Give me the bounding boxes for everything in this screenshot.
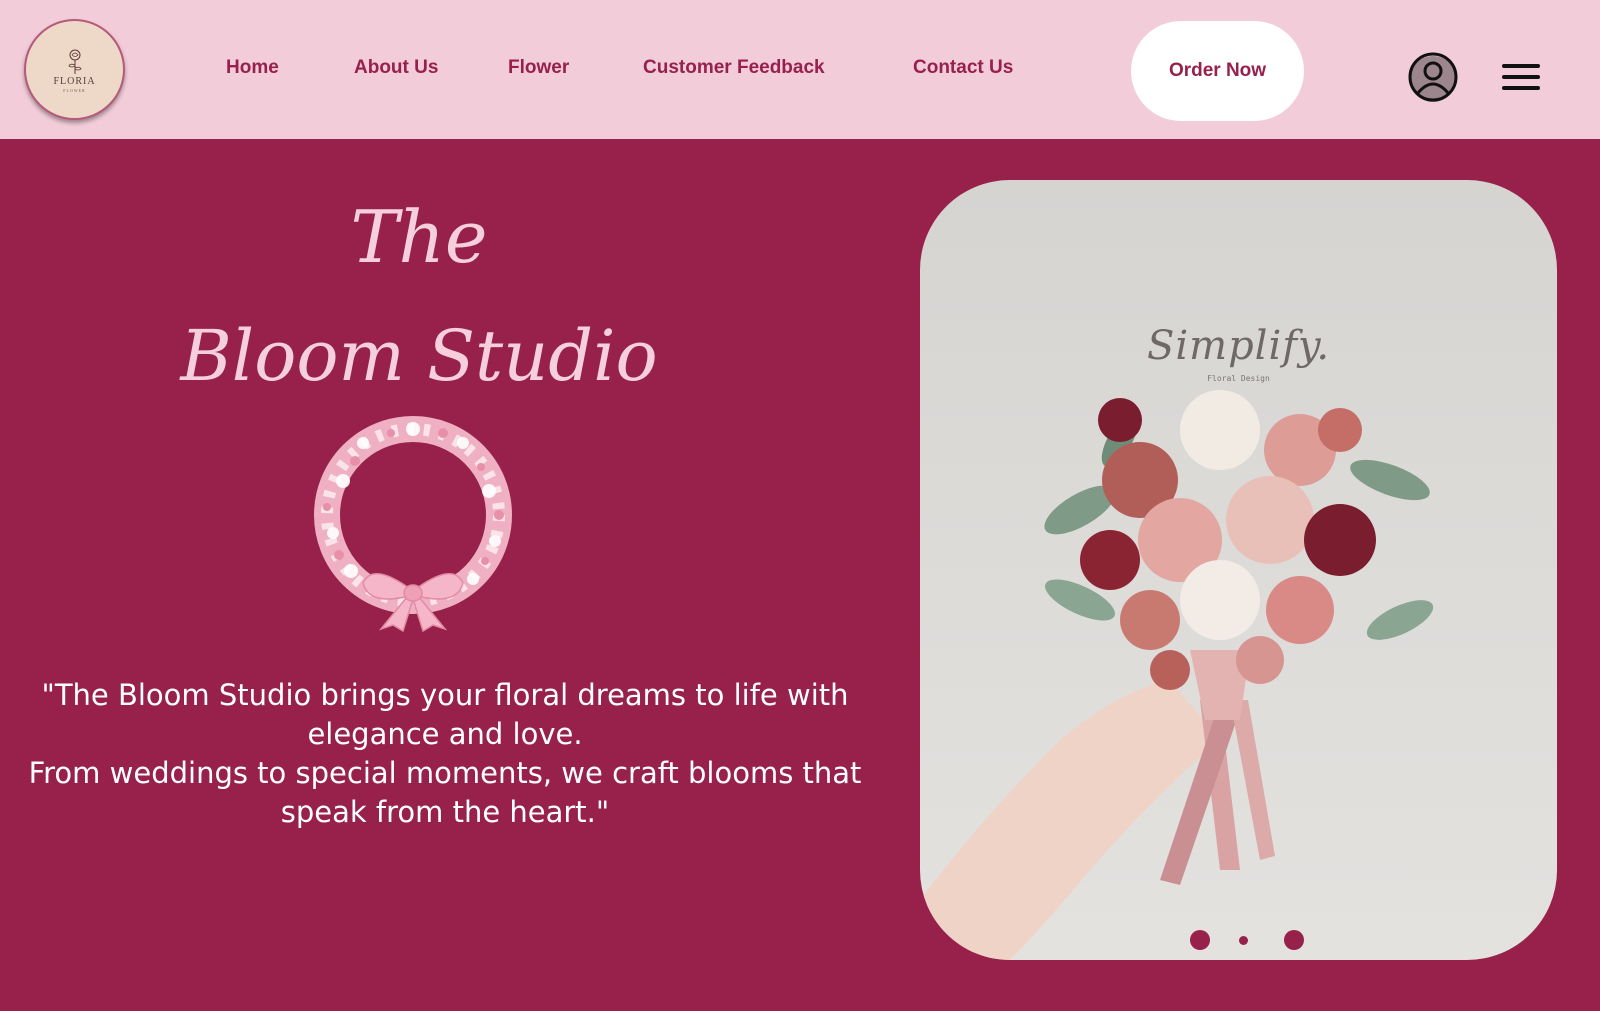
rose-logo-icon xyxy=(68,49,81,74)
slider-dot-2[interactable] xyxy=(1239,936,1248,945)
hero-title-line2: Bloom Studio xyxy=(180,315,658,397)
slider-dot-3[interactable] xyxy=(1284,930,1304,950)
nav-about-us[interactable]: About Us xyxy=(354,57,438,79)
nav-home[interactable]: Home xyxy=(226,57,279,79)
quote-line-1: "The Bloom Studio brings your floral dre… xyxy=(41,678,849,751)
hero-section: The Bloom Studio "The Bloom Studio bring… xyxy=(0,139,1600,1011)
nav-customer-feedback[interactable]: Customer Feedback xyxy=(643,57,825,79)
floria-logo[interactable]: FLORIA FLOWER xyxy=(24,19,125,120)
photo-brand-subtext: Floral Design xyxy=(1207,374,1270,383)
order-now-button[interactable]: Order Now xyxy=(1131,21,1304,121)
logo-name: FLORIA xyxy=(53,75,96,87)
nav-flower[interactable]: Flower xyxy=(508,57,569,79)
photo-brand-text: Simplify. xyxy=(1146,323,1331,369)
hero-title-line1: The xyxy=(350,195,488,279)
hamburger-menu-icon[interactable] xyxy=(1500,60,1542,94)
logo-subtext: FLOWER xyxy=(63,87,86,93)
nav-contact-us[interactable]: Contact Us xyxy=(913,57,1013,79)
bouquet-photo-slider[interactable]: Simplify. Floral Design xyxy=(920,180,1557,960)
bouquet-image xyxy=(920,390,1434,960)
site-header: FLORIA FLOWER Home About Us Flower Custo… xyxy=(0,0,1600,139)
quote-line-2: From weddings to special moments, we cra… xyxy=(28,756,862,829)
hero-quote: "The Bloom Studio brings your floral dre… xyxy=(0,676,890,832)
user-circle-icon[interactable] xyxy=(1407,51,1459,103)
floral-wreath-illustration xyxy=(314,416,512,633)
slider-dot-1[interactable] xyxy=(1190,930,1210,950)
